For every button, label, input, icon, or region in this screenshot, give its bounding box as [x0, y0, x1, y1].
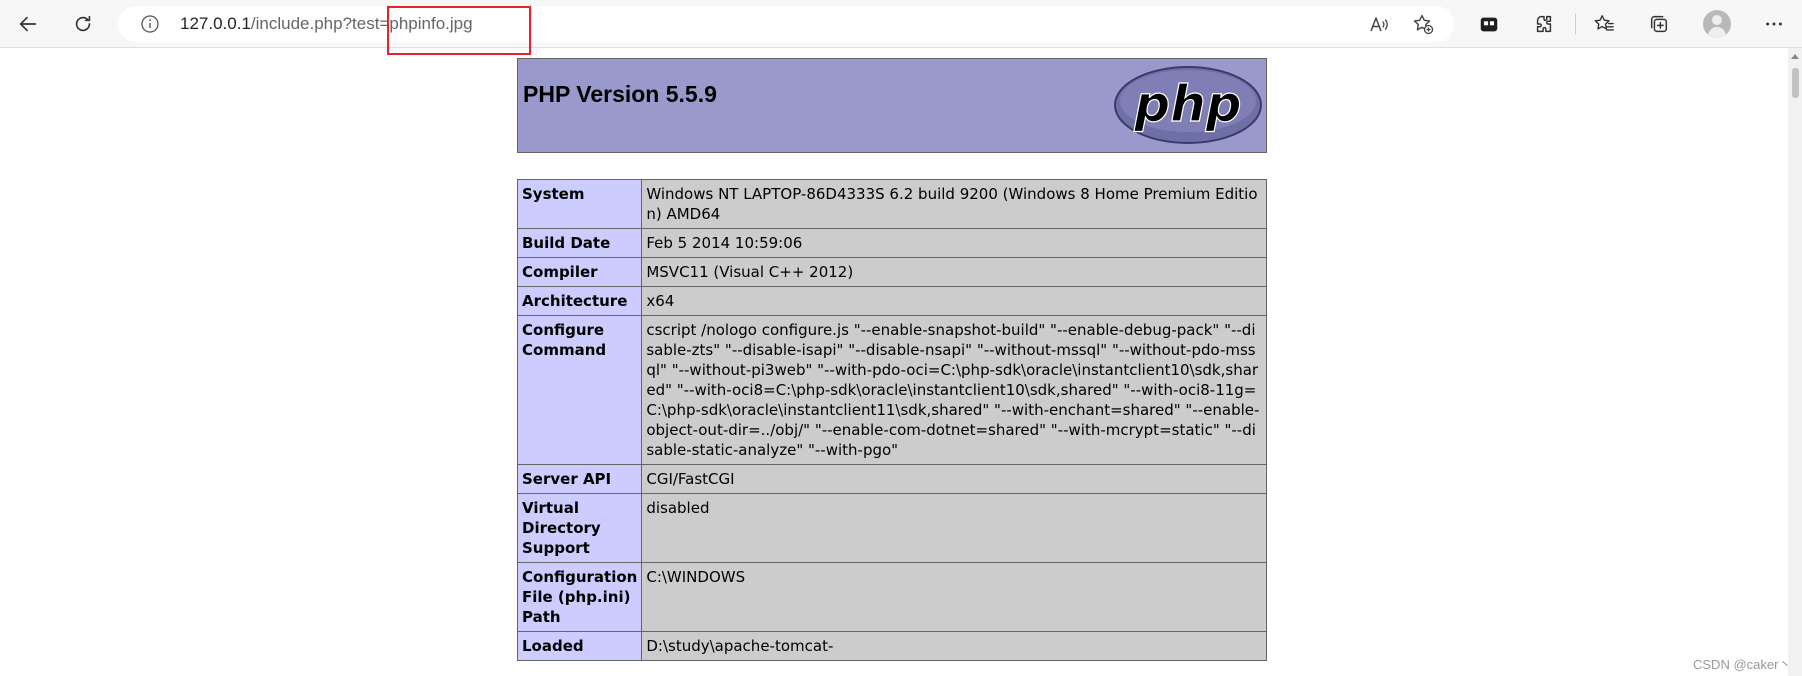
more-button[interactable] [1756, 6, 1792, 42]
row-label: Architecture [516, 286, 643, 316]
row-label: Configuration File (php.ini) Path [516, 562, 643, 632]
refresh-button[interactable] [65, 6, 101, 42]
row-value: Feb 5 2014 10:59:06 [641, 228, 1267, 258]
row-value: CGI/FastCGI [641, 464, 1267, 494]
php-info-table: System Windows NT LAPTOP-86D4333S 6.2 bui… [516, 179, 1267, 661]
scroll-up-arrow-icon[interactable] [1791, 54, 1799, 59]
scroll-thumb[interactable] [1792, 68, 1799, 98]
table-row: Virtual Directory Support disabled [516, 493, 1267, 563]
favorites-button[interactable] [1586, 6, 1622, 42]
row-value: D:\study\apache-tomcat- [641, 631, 1267, 661]
extensions-icon [1536, 15, 1552, 33]
table-row: Server API CGI/FastCGI [516, 464, 1267, 494]
row-label: Loaded [516, 631, 643, 661]
row-label: System [516, 179, 643, 229]
back-icon [19, 16, 37, 32]
address-bar[interactable]: 127.0.0.1/include.php?test=phpinfo.jpg [118, 6, 1454, 42]
page-title: PHP Version 5.5.9 [523, 81, 717, 107]
row-value: C:\WINDOWS [641, 562, 1267, 632]
php-version-header: PHP Version 5.5.9 php [517, 58, 1267, 153]
row-label: Configure Command [516, 315, 643, 465]
profile-icon[interactable] [1703, 10, 1731, 38]
table-row: Loaded D:\study\apache-tomcat- [516, 631, 1267, 661]
read-aloud-icon[interactable] [1368, 13, 1390, 35]
php-logo-text: php [1133, 75, 1241, 133]
refresh-icon [75, 15, 91, 32]
collections-icon [1650, 15, 1668, 33]
url-highlight-annotation [387, 6, 531, 55]
row-label: Compiler [516, 257, 643, 287]
table-row: System Windows NT LAPTOP-86D4333S 6.2 bui… [516, 179, 1267, 229]
info-icon[interactable] [140, 14, 160, 34]
back-button[interactable] [10, 6, 46, 42]
table-row: Compiler MSVC11 (Visual C++ 2012) [516, 257, 1267, 287]
row-value: disabled [641, 493, 1267, 563]
collections-button[interactable] [1641, 6, 1677, 42]
watermark: CSDN @caker丶 [1693, 657, 1792, 672]
table-row: Configure Command cscript /nologo configu… [516, 315, 1267, 465]
vertical-scrollbar[interactable] [1788, 48, 1802, 676]
row-value: Windows NT LAPTOP-86D4333S 6.2 build 920… [641, 179, 1267, 229]
row-label: Virtual Directory Support [516, 493, 643, 563]
more-icon [1766, 22, 1782, 26]
table-row: Build Date Feb 5 2014 10:59:06 [516, 228, 1267, 258]
tab-actions-icon [1480, 17, 1498, 32]
row-value: cscript /nologo configure.js "--enable-s… [641, 315, 1267, 465]
php-logo-icon[interactable]: php [1113, 65, 1263, 145]
url-host: 127.0.0.1 [180, 14, 251, 33]
row-label: Server API [516, 464, 643, 494]
extensions-button[interactable] [1526, 6, 1562, 42]
tab-actions-button[interactable] [1471, 6, 1507, 42]
favorites-icon [1594, 15, 1614, 31]
toolbar-separator [1575, 14, 1576, 34]
table-row: Architecture x64 [516, 286, 1267, 316]
table-row: Configuration File (php.ini) Path C:\WIND… [516, 562, 1267, 632]
browser-toolbar: 127.0.0.1/include.php?test=phpinfo.jpg [0, 0, 1802, 48]
row-label: Build Date [516, 228, 643, 258]
favorite-add-icon[interactable] [1412, 13, 1434, 35]
row-value: MSVC11 (Visual C++ 2012) [641, 257, 1267, 287]
row-value: x64 [641, 286, 1267, 316]
